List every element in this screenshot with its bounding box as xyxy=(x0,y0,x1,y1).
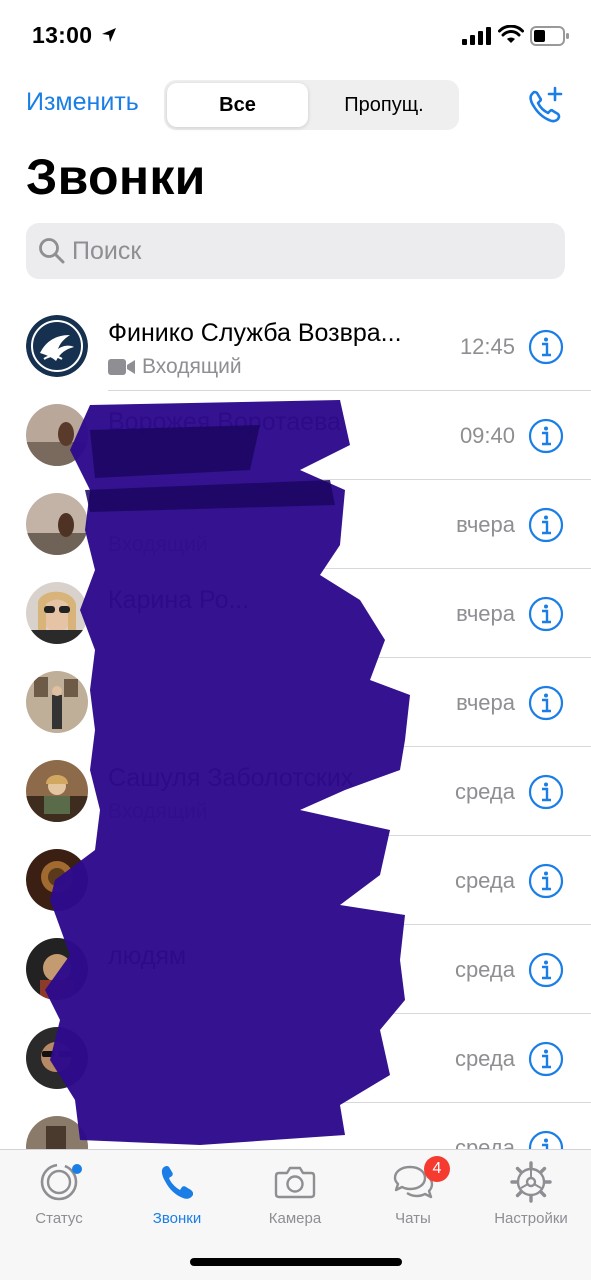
info-icon[interactable] xyxy=(528,418,564,454)
call-time: среда xyxy=(454,1135,515,1149)
page-title: Звонки xyxy=(26,149,206,205)
call-row[interactable]: вчера xyxy=(0,658,591,747)
segment-all[interactable]: Все xyxy=(167,83,308,127)
tab-status-label: Статус xyxy=(35,1210,83,1227)
phone-icon xyxy=(161,1166,193,1199)
tab-camera[interactable]: Камера xyxy=(240,1160,350,1227)
avatar xyxy=(26,582,88,644)
tab-settings-label: Настройки xyxy=(494,1210,568,1227)
avatar xyxy=(26,671,88,733)
call-row[interactable]: Ворожея Воротаева 09:40 xyxy=(0,391,591,480)
search-icon xyxy=(39,238,65,264)
call-list: Финико Служба Возвра... Входящий 12:45 В… xyxy=(0,302,591,1149)
call-row[interactable]: среда xyxy=(0,1103,591,1149)
call-row[interactable]: среда xyxy=(0,836,591,925)
phone-plus-icon[interactable] xyxy=(524,86,566,126)
status-bar: 13:00 xyxy=(0,0,591,70)
video-camera-icon xyxy=(108,359,135,375)
tab-chats[interactable]: 4 Чаты xyxy=(358,1156,468,1227)
call-time: вчера xyxy=(456,512,515,537)
search-input[interactable] xyxy=(72,223,552,279)
info-icon[interactable] xyxy=(528,1130,564,1149)
call-filter-segmented-control: Все Пропущ. xyxy=(164,80,459,130)
call-time: среда xyxy=(454,779,515,804)
info-icon[interactable] xyxy=(528,329,564,365)
battery-icon xyxy=(530,26,569,46)
tab-camera-label: Камера xyxy=(268,1210,322,1227)
contact-name: Финико Служба Возвра... xyxy=(108,319,402,347)
avatar xyxy=(26,938,88,1000)
contact-name: людям xyxy=(108,942,187,970)
avatar xyxy=(26,1116,88,1149)
call-time: вчера xyxy=(456,601,515,626)
call-time: 12:45 xyxy=(459,334,515,359)
call-type: Входящий xyxy=(108,533,208,557)
info-icon[interactable] xyxy=(528,863,564,899)
call-row[interactable]: Финико Служба Возвра... Входящий 12:45 xyxy=(0,302,591,391)
tab-calls[interactable]: Звонки xyxy=(122,1160,232,1227)
call-time: вчера xyxy=(456,690,515,715)
contact-name: Карина Ро... xyxy=(108,586,250,614)
call-row[interactable]: Входящий вчера xyxy=(0,480,591,569)
tab-calls-label: Звонки xyxy=(152,1210,202,1227)
contact-name: Ворожея Воротаева xyxy=(108,408,341,436)
avatar xyxy=(26,493,88,555)
home-indicator xyxy=(190,1258,402,1266)
call-row[interactable]: Карина Ро... вчера xyxy=(0,569,591,658)
tab-chats-label: Чаты xyxy=(395,1210,431,1227)
avatar xyxy=(26,849,88,911)
contact-name: Сашуля Заболотских xyxy=(108,764,354,792)
call-type-label: Входящий xyxy=(108,533,208,556)
call-type-label: Входящий xyxy=(108,800,208,823)
info-icon[interactable] xyxy=(528,685,564,721)
avatar xyxy=(26,1027,88,1089)
call-type: Входящий xyxy=(108,800,208,824)
avatar xyxy=(26,404,88,466)
info-icon[interactable] xyxy=(528,774,564,810)
segment-missed[interactable]: Пропущ. xyxy=(312,83,456,127)
wifi-icon xyxy=(498,25,524,43)
status-time: 13:00 xyxy=(32,22,93,48)
edit-button[interactable]: Изменить xyxy=(26,88,139,117)
call-time: 09:40 xyxy=(459,423,515,448)
avatar xyxy=(26,760,88,822)
call-time: среда xyxy=(454,868,515,893)
tab-status[interactable]: Статус xyxy=(4,1160,114,1227)
search-box xyxy=(26,223,565,279)
avatar xyxy=(26,315,88,377)
location-arrow-icon xyxy=(102,28,116,42)
camera-icon xyxy=(274,1166,316,1199)
gear-icon xyxy=(510,1161,552,1203)
cellular-signal-icon xyxy=(462,27,491,45)
call-type: Входящий xyxy=(108,355,242,379)
call-time: среда xyxy=(454,957,515,982)
status-unread-dot xyxy=(72,1164,82,1174)
info-icon[interactable] xyxy=(528,1041,564,1077)
call-row[interactable]: людям среда xyxy=(0,925,591,1014)
tab-settings[interactable]: Настройки xyxy=(476,1160,586,1227)
unread-badge: 4 xyxy=(424,1156,450,1182)
call-type-label: Входящий xyxy=(142,355,242,378)
info-icon[interactable] xyxy=(528,952,564,988)
info-icon[interactable] xyxy=(528,596,564,632)
info-icon[interactable] xyxy=(528,507,564,543)
call-time: среда xyxy=(454,1046,515,1071)
call-row[interactable]: среда xyxy=(0,1014,591,1103)
call-row[interactable]: Сашуля Заболотских Входящий среда xyxy=(0,747,591,836)
